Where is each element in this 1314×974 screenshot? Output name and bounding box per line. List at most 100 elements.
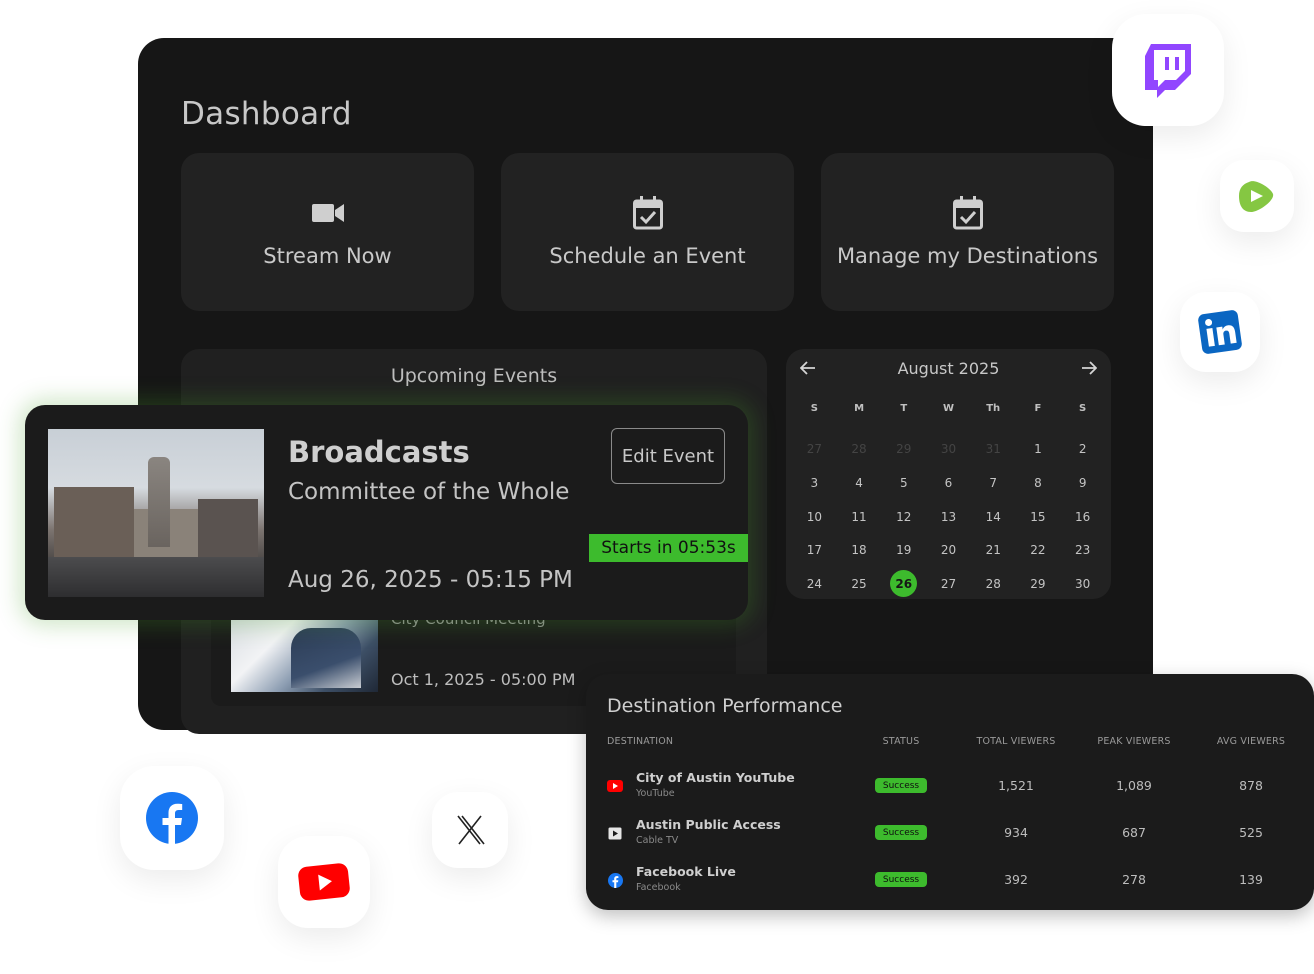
calendar-day-number: 7 (989, 475, 998, 490)
calendar-day-number: 14 (985, 509, 1001, 524)
calendar-day-number: 26 (890, 570, 918, 598)
calendar-day[interactable]: 13 (926, 500, 971, 534)
destination-name: Austin Public Access (636, 817, 781, 832)
event-date: Aug 26, 2025 - 05:15 PM (288, 567, 573, 593)
calendar-day-number: 6 (944, 475, 953, 490)
calendar-day[interactable]: 24 (792, 567, 837, 601)
table-row[interactable]: City of Austin YouTube YouTube Success 1… (586, 766, 1314, 806)
destination-platform: Facebook (636, 882, 681, 893)
calendar-day[interactable]: 30 (926, 433, 971, 467)
schedule-event-label: Schedule an Event (549, 244, 746, 268)
event-photo (48, 429, 264, 597)
calendar-day[interactable]: 12 (881, 500, 926, 534)
peak-viewers: 687 (1122, 825, 1146, 840)
calendar-day[interactable]: 31 (971, 433, 1016, 467)
destination-platform: YouTube (636, 788, 675, 799)
page-title: Dashboard (181, 96, 352, 132)
event-category: Broadcasts (288, 435, 470, 469)
calendar-day[interactable]: 8 (1016, 466, 1061, 500)
calendar-day-number: 19 (896, 543, 912, 558)
weekday-label: Th (986, 403, 1001, 414)
featured-event-card[interactable]: Broadcasts Committee of the Whole Aug 26… (25, 405, 748, 620)
header-destination: DESTINATION (607, 736, 674, 747)
calendar-day[interactable]: 19 (881, 533, 926, 567)
schedule-event-button[interactable]: Schedule an Event (501, 153, 794, 311)
destination-performance-panel: Destination Performance DESTINATION STAT… (586, 674, 1314, 910)
table-row[interactable]: Austin Public Access Cable TV Success 93… (586, 813, 1314, 853)
manage-destinations-button[interactable]: Manage my Destinations (821, 153, 1114, 311)
calendar-day-number: 27 (940, 576, 957, 591)
calendar-day[interactable]: 17 (792, 533, 837, 567)
calendar-day[interactable]: 10 (792, 500, 837, 534)
stream-now-button[interactable]: Stream Now (181, 153, 474, 311)
calendar-check-icon (951, 196, 985, 230)
calendar-day[interactable]: 25 (837, 567, 882, 601)
total-viewers: 934 (1004, 825, 1028, 840)
avg-viewers: 525 (1239, 825, 1263, 840)
calendar-day[interactable]: 4 (837, 466, 882, 500)
peak-viewers: 278 (1122, 872, 1146, 887)
calendar-day[interactable]: 14 (971, 500, 1016, 534)
calendar-day[interactable]: 5 (881, 466, 926, 500)
weekday-label: T (900, 403, 908, 414)
calendar-day[interactable]: 9 (1060, 466, 1105, 500)
calendar-day-number: 16 (1075, 509, 1091, 524)
calendar-day[interactable]: 21 (971, 533, 1016, 567)
twitch-icon (1112, 14, 1224, 126)
calendar-day[interactable]: 1 (1016, 433, 1061, 467)
calendar-widget: August 2025 S M T W Th F S 27 28 29 30 31 1 2 3 4 5 6 7 8 9 1… (786, 349, 1111, 599)
status-badge: Success (875, 778, 927, 793)
calendar-day-number: 21 (985, 543, 1001, 558)
header-status: STATUS (882, 736, 920, 747)
stream-now-label: Stream Now (263, 244, 392, 268)
calendar-day[interactable]: 20 (926, 533, 971, 567)
calendar-day-number: 18 (851, 543, 867, 558)
video-camera-icon (311, 196, 345, 230)
total-viewers: 392 (1004, 872, 1028, 887)
calendar-day[interactable]: 6 (926, 466, 971, 500)
calendar-day-number: 22 (1030, 543, 1046, 558)
calendar-day[interactable]: 28 (971, 567, 1016, 601)
calendar-day[interactable]: 30 (1060, 567, 1105, 601)
calendar-day[interactable]: 29 (1016, 567, 1061, 601)
table-header: DESTINATION STATUS TOTAL VIEWERS PEAK VI… (586, 736, 1314, 756)
calendar-day[interactable]: 15 (1016, 500, 1061, 534)
linkedin-icon (1180, 292, 1260, 372)
event-thumbnail (231, 618, 378, 692)
calendar-day-number: 2 (1078, 442, 1087, 457)
youtube-icon (278, 836, 370, 928)
arrow-right-icon[interactable] (1077, 359, 1101, 383)
calendar-day[interactable]: 23 (1060, 533, 1105, 567)
calendar-day-number: 15 (1030, 509, 1046, 524)
calendar-day[interactable]: 27 (792, 433, 837, 467)
performance-title: Destination Performance (607, 695, 843, 717)
calendar-day[interactable]: 28 (837, 433, 882, 467)
calendar-day-number: 4 (855, 475, 863, 490)
calendar-day[interactable]: 3 (792, 466, 837, 500)
avg-viewers: 139 (1239, 872, 1263, 887)
calendar-day-selected[interactable]: 26 (881, 567, 926, 601)
calendar-day-number: 27 (806, 442, 822, 457)
rumble-icon (1220, 160, 1294, 232)
calendar-day[interactable]: 11 (837, 500, 882, 534)
calendar-day[interactable]: 22 (1016, 533, 1061, 567)
table-row[interactable]: Facebook Live Facebook Success 392 278 1… (586, 860, 1314, 900)
calendar-day[interactable]: 7 (971, 466, 1016, 500)
countdown-badge: Starts in 05:53s (589, 534, 748, 562)
weekday-label: W (942, 403, 954, 414)
calendar-day-number: 9 (1078, 475, 1087, 490)
weekday-label: M (854, 403, 865, 414)
calendar-day-number: 10 (806, 509, 822, 524)
calendar-day-number: 29 (896, 442, 912, 457)
calendar-day-number: 5 (899, 475, 908, 490)
calendar-day[interactable]: 2 (1060, 433, 1105, 467)
calendar-day[interactable]: 27 (926, 567, 971, 601)
calendar-day[interactable]: 16 (1060, 500, 1105, 534)
calendar-month: August 2025 (897, 359, 1000, 378)
header-peak-viewers: PEAK VIEWERS (1097, 736, 1171, 747)
edit-event-button[interactable]: Edit Event (611, 428, 725, 484)
calendar-day[interactable]: 18 (837, 533, 882, 567)
calendar-day[interactable]: 29 (881, 433, 926, 467)
upcoming-events-title: Upcoming Events (390, 365, 558, 387)
status-badge: Success (875, 872, 927, 887)
